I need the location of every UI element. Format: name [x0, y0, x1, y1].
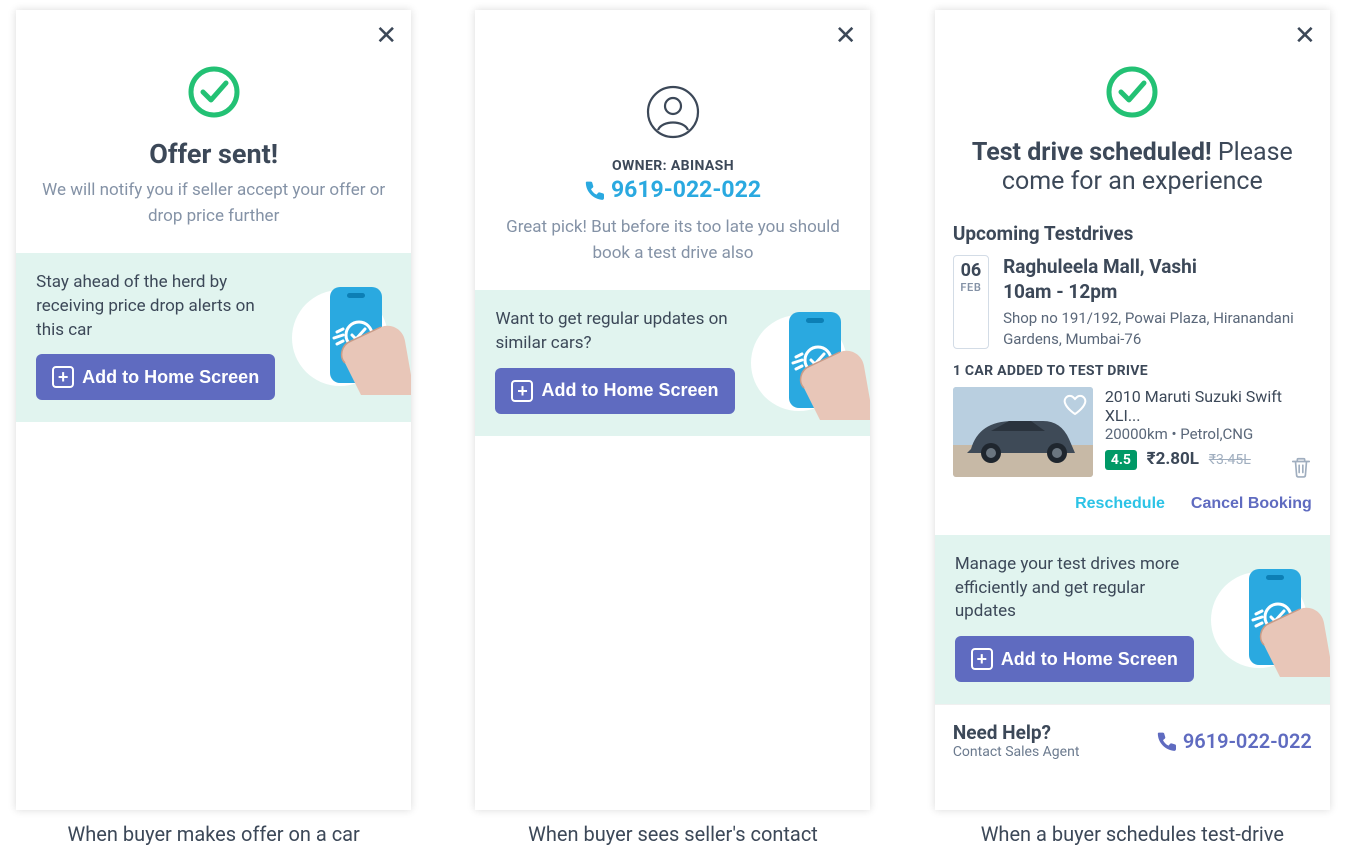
- close-button[interactable]: ✕: [835, 20, 857, 51]
- add-to-home-label: Add to Home Screen: [541, 380, 718, 401]
- help-subtitle: Contact Sales Agent: [953, 744, 1080, 760]
- add-to-home-label: Add to Home Screen: [1001, 649, 1178, 670]
- car-old-price: ₹3.45L: [1209, 452, 1251, 468]
- seller-phone-link[interactable]: 9619-022-022: [585, 176, 761, 203]
- date-badge: 06 FEB: [953, 255, 989, 349]
- owner-label: OWNER: ABINASH: [499, 158, 846, 174]
- add-to-home-button[interactable]: + Add to Home Screen: [955, 636, 1194, 682]
- caption: When buyer makes offer on a car: [67, 822, 359, 846]
- slot-time: 10am - 12pm: [1003, 280, 1312, 305]
- add-to-home-label: Add to Home Screen: [82, 367, 259, 388]
- location-name: Raghuleela Mall, Vashi: [1003, 255, 1312, 280]
- cancel-booking-button[interactable]: Cancel Booking: [1191, 495, 1312, 513]
- car-price: ₹2.80L: [1147, 449, 1199, 469]
- add-to-home-button[interactable]: + Add to Home Screen: [36, 354, 275, 400]
- car-row: 2010 Maruti Suzuki Swift XLI... 20000km …: [953, 387, 1312, 477]
- location-address: Shop no 191/192, Powai Plaza, Hiranandan…: [1003, 308, 1312, 349]
- screen-offer-sent: ✕ Offer sent! We will notify you if sell…: [16, 10, 411, 810]
- car-title: 2010 Maruti Suzuki Swift XLI...: [1105, 387, 1312, 425]
- caption: When buyer sees seller's contact: [528, 822, 818, 846]
- plus-box-icon: +: [971, 648, 993, 670]
- td-title: Test drive scheduled! Please come for an…: [959, 138, 1306, 196]
- contact-subtitle: Great pick! But before its too late you …: [499, 215, 846, 266]
- help-phone-link[interactable]: 9619-022-022: [1157, 729, 1312, 753]
- hand-phone-icon: [1204, 555, 1330, 685]
- check-circle-icon: [1104, 64, 1160, 120]
- check-circle-icon: [186, 64, 242, 120]
- phone-icon: [1157, 731, 1177, 751]
- promo-band: Stay ahead of the herd by receiving pric…: [16, 253, 411, 422]
- favorite-heart-icon[interactable]: [1063, 393, 1087, 417]
- add-to-home-button[interactable]: + Add to Home Screen: [495, 368, 734, 414]
- car-thumbnail[interactable]: [953, 387, 1093, 477]
- hand-phone-icon: [285, 273, 411, 403]
- plus-box-icon: +: [511, 380, 533, 402]
- delete-car-button[interactable]: [1290, 455, 1312, 482]
- rating-badge: 4.5: [1105, 450, 1137, 470]
- close-button[interactable]: ✕: [375, 20, 397, 51]
- promo-band: Manage your test drives more efficiently…: [935, 535, 1330, 704]
- car-count-label: 1 CAR ADDED TO TEST DRIVE: [953, 363, 1312, 379]
- date-day: 06: [954, 260, 988, 281]
- caption: When a buyer schedules test-drive: [981, 822, 1284, 846]
- promo-text: Manage your test drives more efficiently…: [955, 553, 1195, 624]
- phone-icon: [585, 180, 605, 200]
- screen-testdrive-scheduled: ✕ Test drive scheduled! Please come for …: [935, 10, 1330, 810]
- close-button[interactable]: ✕: [1294, 20, 1316, 51]
- car-subtitle: 20000km • Petrol,CNG: [1105, 425, 1312, 443]
- seller-phone-number: 9619-022-022: [611, 176, 761, 203]
- reschedule-button[interactable]: Reschedule: [1075, 495, 1165, 513]
- promo-band: Want to get regular updates on similar c…: [475, 290, 870, 436]
- offer-title: Offer sent!: [40, 138, 387, 170]
- help-title: Need Help?: [953, 721, 1080, 744]
- upcoming-label: Upcoming Testdrives: [953, 222, 1312, 245]
- help-bar: Need Help? Contact Sales Agent 9619-022-…: [935, 704, 1330, 776]
- person-circle-icon: [645, 84, 701, 140]
- offer-subtitle: We will notify you if seller accept your…: [40, 178, 387, 229]
- trash-icon: [1290, 455, 1312, 479]
- help-phone-number: 9619-022-022: [1183, 729, 1312, 753]
- date-month: FEB: [954, 281, 988, 294]
- promo-text: Want to get regular updates on similar c…: [495, 308, 735, 356]
- screen-seller-contact: ✕ OWNER: ABINASH 9619-022-022 Great pick…: [475, 10, 870, 810]
- promo-text: Stay ahead of the herd by receiving pric…: [36, 271, 276, 342]
- hand-phone-icon: [744, 298, 870, 428]
- testdrive-slot: 06 FEB Raghuleela Mall, Vashi 10am - 12p…: [953, 255, 1312, 349]
- plus-box-icon: +: [52, 366, 74, 388]
- td-title-bold: Test drive scheduled!: [972, 138, 1212, 167]
